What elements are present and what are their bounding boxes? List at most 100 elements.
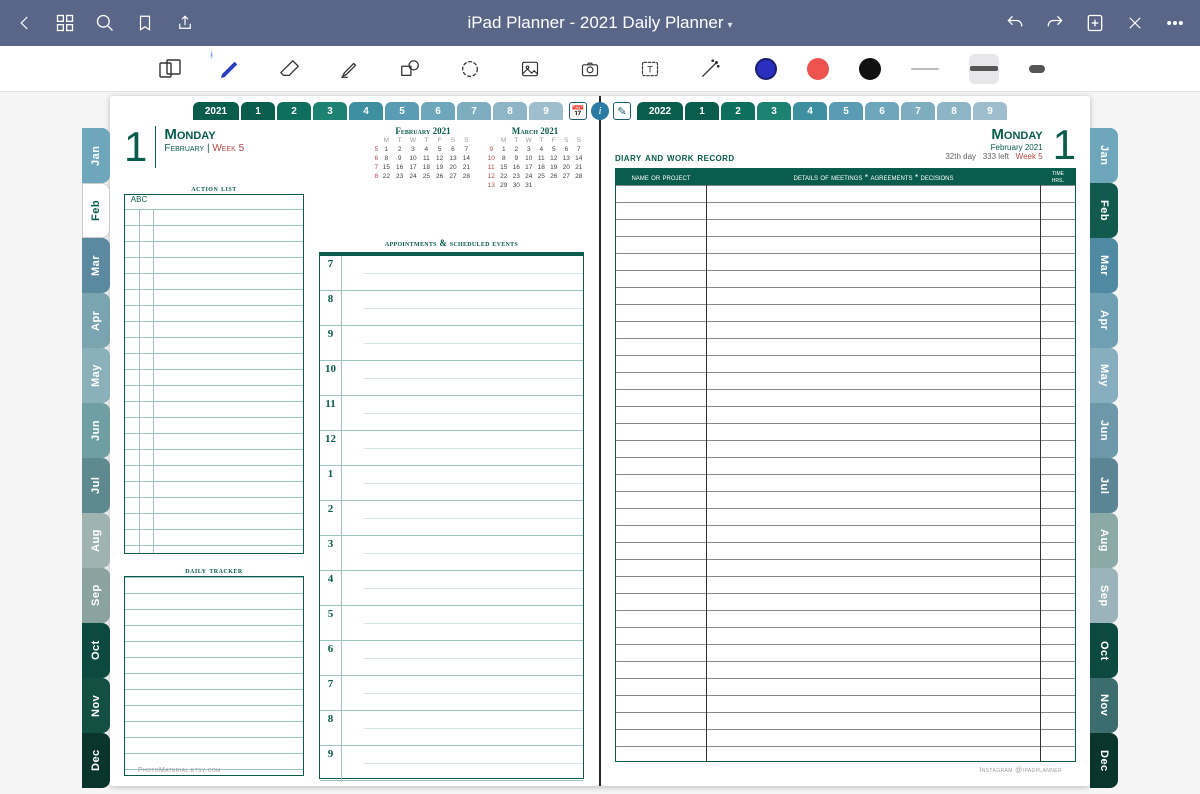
info-icon[interactable]: i: [591, 102, 609, 120]
stroke-thin[interactable]: [911, 68, 939, 70]
appt-hour-2[interactable]: 2: [320, 501, 583, 536]
month-tab-6[interactable]: 6: [421, 102, 455, 120]
stroke-cap[interactable]: [1029, 65, 1045, 73]
side-tab-aug[interactable]: Aug: [82, 513, 110, 568]
edit-icon[interactable]: ✎: [613, 102, 631, 120]
highlighter-tool[interactable]: [335, 54, 365, 84]
color-black[interactable]: [859, 58, 881, 80]
month-tab-7[interactable]: 7: [901, 102, 935, 120]
appt-hour-8[interactable]: 8: [320, 291, 583, 326]
month-tab-2[interactable]: 2: [721, 102, 755, 120]
appt-hour-10[interactable]: 10: [320, 361, 583, 396]
year-tab[interactable]: 2022: [637, 102, 683, 120]
month-tab-3[interactable]: 3: [313, 102, 347, 120]
share-icon[interactable]: [174, 12, 196, 34]
back-icon[interactable]: [14, 12, 36, 34]
redo-icon[interactable]: [1044, 12, 1066, 34]
side-tab-jun[interactable]: Jun: [82, 403, 110, 458]
search-icon[interactable]: [94, 12, 116, 34]
more-icon[interactable]: [1164, 12, 1186, 34]
side-tab-nov[interactable]: Nov: [1090, 678, 1118, 733]
appt-hour-8[interactable]: 8: [320, 711, 583, 746]
appt-hour-6[interactable]: 6: [320, 641, 583, 676]
month-tab-6[interactable]: 6: [865, 102, 899, 120]
side-tab-nov[interactable]: Nov: [82, 678, 110, 733]
action-list-box[interactable]: action list ABC: [124, 194, 304, 554]
year-tab[interactable]: 2021: [193, 102, 239, 120]
appt-hour-9[interactable]: 9: [320, 326, 583, 361]
month-tab-8[interactable]: 8: [937, 102, 971, 120]
appt-hour-12[interactable]: 12: [320, 431, 583, 466]
side-tab-aug[interactable]: Aug: [1090, 513, 1118, 568]
side-tab-oct[interactable]: Oct: [82, 623, 110, 678]
bluetooth-icon: ᚼ: [209, 50, 214, 60]
side-tab-mar[interactable]: Mar: [1090, 238, 1118, 293]
side-tab-jan[interactable]: Jan: [82, 128, 110, 183]
close-icon[interactable]: [1124, 12, 1146, 34]
grid-icon[interactable]: [54, 12, 76, 34]
side-tab-feb[interactable]: Feb: [82, 183, 110, 238]
appt-hour-9[interactable]: 9: [320, 746, 583, 781]
document-canvas[interactable]: 2021123456789 📅 i ✎ 2022123456789 JanFeb…: [0, 92, 1200, 794]
month-tab-7[interactable]: 7: [457, 102, 491, 120]
diary-table[interactable]: name or project details of meetings * ag…: [615, 168, 1076, 762]
color-navy[interactable]: [755, 58, 777, 80]
side-tab-dec[interactable]: Dec: [82, 733, 110, 788]
lasso-tool[interactable]: [455, 54, 485, 84]
appt-hour-5[interactable]: 5: [320, 606, 583, 641]
shape-tool[interactable]: [395, 54, 425, 84]
year-icon[interactable]: 📅: [569, 102, 587, 120]
side-tab-apr[interactable]: Apr: [1090, 293, 1118, 348]
bookmark-icon[interactable]: [134, 12, 156, 34]
side-tab-feb[interactable]: Feb: [1090, 183, 1118, 238]
text-tool[interactable]: T: [635, 54, 665, 84]
daily-tracker-box[interactable]: daily tracker: [124, 576, 304, 776]
side-tab-jul[interactable]: Jul: [1090, 458, 1118, 513]
pen-tool[interactable]: ᚼ: [215, 54, 245, 84]
zoom-tool[interactable]: [155, 54, 185, 84]
appointments-box[interactable]: 789101112123456789: [319, 252, 584, 779]
month-tab-1[interactable]: 1: [685, 102, 719, 120]
color-red[interactable]: [807, 58, 829, 80]
document-title[interactable]: iPad Planner - 2021 Daily Planner▾: [467, 13, 732, 33]
magic-tool[interactable]: [695, 54, 725, 84]
appt-hour-7[interactable]: 7: [320, 256, 583, 291]
add-page-icon[interactable]: [1084, 12, 1106, 34]
appt-hour-11[interactable]: 11: [320, 396, 583, 431]
side-tab-mar[interactable]: Mar: [82, 238, 110, 293]
month-tab-9[interactable]: 9: [529, 102, 563, 120]
undo-icon[interactable]: [1004, 12, 1026, 34]
month-tab-8[interactable]: 8: [493, 102, 527, 120]
side-tab-sep[interactable]: Sep: [82, 568, 110, 623]
planner-right-page: diary and work record Monday February 20…: [601, 96, 1090, 786]
mini-calendars: February 2021MTWTFSS51234567689101112131…: [373, 126, 585, 190]
side-tab-jun[interactable]: Jun: [1090, 403, 1118, 458]
side-tab-may[interactable]: May: [82, 348, 110, 403]
eraser-tool[interactable]: [275, 54, 305, 84]
side-tab-may[interactable]: May: [1090, 348, 1118, 403]
col-time: timehrs.: [1041, 170, 1075, 184]
side-tab-oct[interactable]: Oct: [1090, 623, 1118, 678]
month-tab-5[interactable]: 5: [385, 102, 419, 120]
stroke-medium[interactable]: [969, 54, 999, 84]
side-tab-jul[interactable]: Jul: [82, 458, 110, 513]
month-tab-1[interactable]: 1: [241, 102, 275, 120]
month-tab-4[interactable]: 4: [793, 102, 827, 120]
month-tab-3[interactable]: 3: [757, 102, 791, 120]
month-tab-4[interactable]: 4: [349, 102, 383, 120]
image-tool[interactable]: [515, 54, 545, 84]
side-tab-dec[interactable]: Dec: [1090, 733, 1118, 788]
appt-hour-3[interactable]: 3: [320, 536, 583, 571]
camera-tool[interactable]: [575, 54, 605, 84]
side-tab-jan[interactable]: Jan: [1090, 128, 1118, 183]
appt-hour-7[interactable]: 7: [320, 676, 583, 711]
appt-hour-4[interactable]: 4: [320, 571, 583, 606]
appt-hour-1[interactable]: 1: [320, 466, 583, 501]
side-tab-sep[interactable]: Sep: [1090, 568, 1118, 623]
left-month-tabs: JanFebMarAprMayJunJulAugSepOctNovDec: [82, 128, 110, 788]
month-tab-2[interactable]: 2: [277, 102, 311, 120]
footer-right: Instagram @ipadplanner: [979, 767, 1062, 774]
month-tab-5[interactable]: 5: [829, 102, 863, 120]
side-tab-apr[interactable]: Apr: [82, 293, 110, 348]
month-tab-9[interactable]: 9: [973, 102, 1007, 120]
